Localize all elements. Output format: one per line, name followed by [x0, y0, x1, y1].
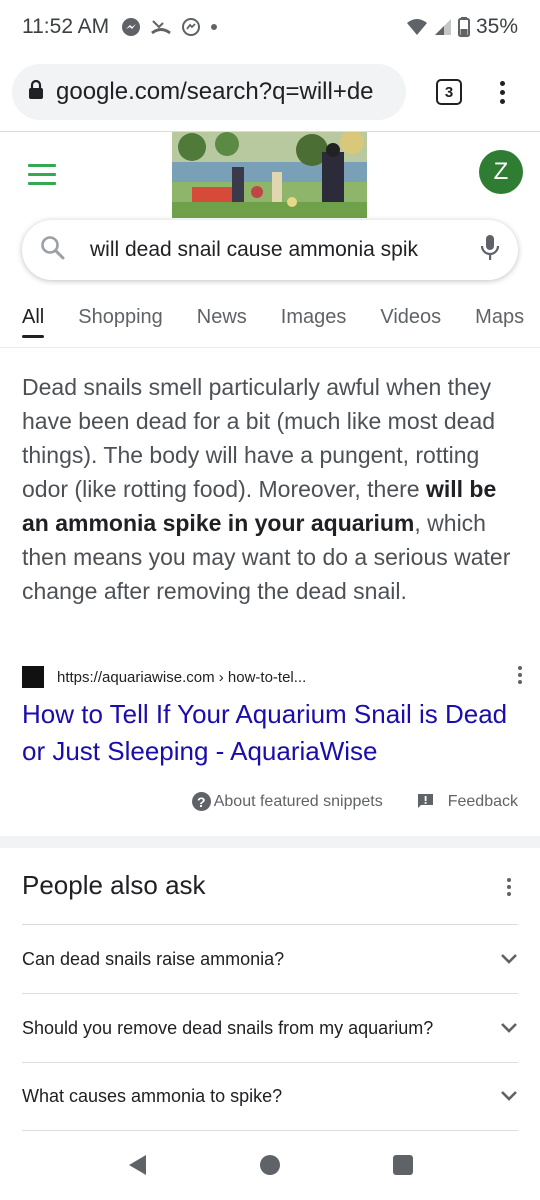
- feedback-link[interactable]: Feedback: [448, 793, 518, 811]
- paa-question[interactable]: What causes ammonia to spike?: [22, 1062, 518, 1131]
- hamburger-menu-icon[interactable]: [28, 164, 56, 191]
- help-icon[interactable]: ?: [191, 792, 211, 811]
- paa-question-text[interactable]: Can dead snails raise ammonia?: [22, 949, 500, 970]
- people-also-ask-list: Can dead snails raise ammonia? Should yo…: [22, 924, 518, 1131]
- messenger-icon: [121, 17, 141, 37]
- google-doodle[interactable]: [172, 132, 367, 218]
- microphone-icon[interactable]: [480, 234, 500, 267]
- section-separator: [0, 836, 540, 848]
- result-menu-icon[interactable]: [518, 666, 522, 684]
- paa-question[interactable]: Should you remove dead snails from my aq…: [22, 993, 518, 1062]
- tab-news[interactable]: News: [197, 298, 247, 344]
- chevron-down-icon[interactable]: [500, 1086, 518, 1107]
- recents-icon[interactable]: [392, 1154, 414, 1181]
- paa-menu-icon[interactable]: [507, 878, 540, 896]
- notification-icons: [121, 17, 218, 37]
- tab-all[interactable]: All: [22, 298, 45, 344]
- paa-question-text[interactable]: What causes ammonia to spike?: [22, 1086, 500, 1107]
- chevron-down-icon[interactable]: [500, 1018, 518, 1039]
- google-header: Z: [0, 132, 540, 220]
- wifi-icon: [406, 18, 428, 36]
- browser-menu-icon[interactable]: [500, 80, 505, 104]
- battery-percent: 35%: [475, 15, 518, 38]
- about-snippets-link[interactable]: About featured snippets: [214, 793, 383, 811]
- account-avatar[interactable]: Z: [479, 150, 523, 194]
- search-tabs: All Shopping News Images Videos Maps: [22, 298, 540, 344]
- home-icon[interactable]: [259, 1154, 281, 1181]
- snippet-footer: ? About featured snippets Feedback: [191, 792, 518, 811]
- snippet-text-before: Dead snails smell particularly awful whe…: [22, 374, 496, 502]
- search-box[interactable]: will dead snail cause ammonia spik: [22, 220, 518, 280]
- browser-toolbar: google.com/search?q=will+de 3: [0, 56, 540, 128]
- messenger-outline-icon: [181, 17, 201, 37]
- people-also-ask-title: People also ask: [22, 870, 206, 900]
- tab-videos[interactable]: Videos: [380, 298, 441, 344]
- tabs-divider: [0, 347, 540, 348]
- tab-images[interactable]: Images: [281, 298, 347, 344]
- address-bar[interactable]: google.com/search?q=will+de: [12, 64, 406, 120]
- site-favicon: [22, 666, 44, 688]
- source-url[interactable]: https://aquariawise.com › how-to-tel...: [57, 669, 306, 686]
- clock: 11:52 AM: [22, 15, 110, 38]
- status-bar: 11:52 AM 35%: [0, 0, 540, 54]
- tab-shopping[interactable]: Shopping: [78, 298, 163, 344]
- missed-call-icon: [150, 17, 172, 37]
- system-navigation-bar: [0, 1134, 540, 1200]
- tab-switcher-button[interactable]: 3: [436, 79, 462, 105]
- tab-maps[interactable]: Maps: [475, 298, 524, 344]
- search-icon[interactable]: [40, 235, 66, 266]
- url-text[interactable]: google.com/search?q=will+de: [56, 78, 374, 106]
- snippet-source: https://aquariawise.com › how-to-tel...: [22, 666, 522, 688]
- dot-icon: [210, 23, 218, 31]
- search-input[interactable]: will dead snail cause ammonia spik: [90, 238, 480, 262]
- paa-question[interactable]: Can dead snails raise ammonia?: [22, 924, 518, 993]
- signal-icon: [434, 18, 452, 36]
- lock-icon[interactable]: [28, 79, 44, 105]
- chevron-down-icon[interactable]: [500, 949, 518, 970]
- featured-snippet-text: Dead snails smell particularly awful whe…: [22, 370, 522, 608]
- result-title-link[interactable]: How to Tell If Your Aquarium Snail is De…: [22, 696, 522, 770]
- battery-icon: [457, 17, 470, 37]
- paa-question-text[interactable]: Should you remove dead snails from my aq…: [22, 1018, 500, 1039]
- back-icon[interactable]: [126, 1153, 148, 1182]
- feedback-icon[interactable]: [417, 793, 434, 810]
